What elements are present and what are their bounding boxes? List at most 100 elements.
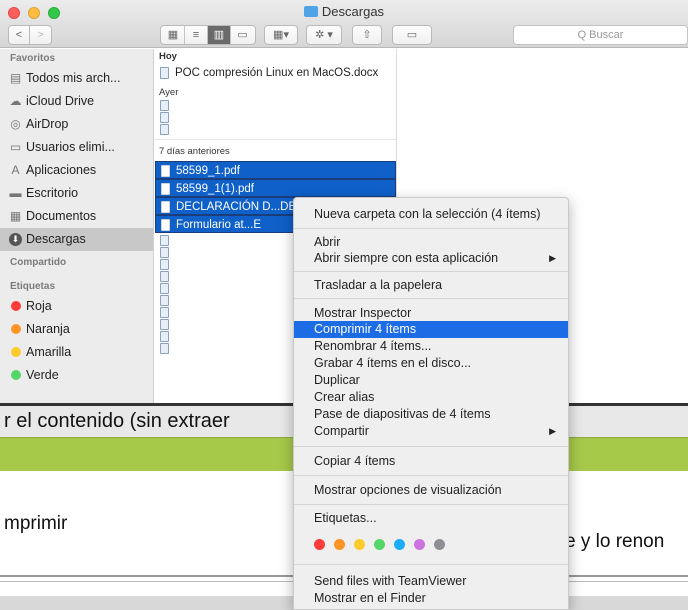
column-view-button[interactable]: ▥ (208, 26, 231, 44)
search-placeholder: Q Buscar (577, 29, 624, 41)
sidebar-item-deleted-users[interactable]: ▭ Usuarios elimi... (0, 136, 153, 159)
sidebar-item-label: Amarilla (26, 345, 72, 359)
sidebar-item-label: Usuarios elimi... (26, 140, 115, 154)
icon-view-button[interactable]: ▦ (162, 26, 185, 44)
downloads-icon: ⬇ (9, 233, 22, 246)
menu-item-label: Pase de diapositivas de 4 ítems (314, 407, 491, 421)
file-row-selected[interactable]: 58599_1.pdf (155, 161, 396, 179)
sidebar-item-airdrop[interactable]: ◎ AirDrop (0, 113, 153, 136)
tag-color-yellow[interactable] (354, 539, 365, 550)
sidebar-header-favorites: Favoritos (10, 53, 56, 64)
arrange-button[interactable]: ▦▾ (264, 25, 298, 45)
menu-item-show-in-finder[interactable]: Mostrar en el Finder (294, 590, 568, 607)
folder-icon: ▭ (9, 140, 22, 154)
tag-color-orange[interactable] (334, 539, 345, 550)
pdf-file-icon (161, 165, 170, 177)
menu-item-make-alias[interactable]: Crear alias (294, 389, 568, 406)
sidebar-item-downloads[interactable]: ⬇ Descargas (0, 228, 153, 251)
arrange-caret: ▾ (283, 29, 289, 41)
menu-item-always-open-with[interactable]: Abrir siempre con esta aplicación ▶ (294, 250, 568, 267)
forward-button[interactable]: > (30, 25, 52, 45)
chevron-right-icon: > (37, 29, 44, 41)
docx-file-icon (160, 319, 169, 330)
docx-file-icon (160, 235, 169, 246)
tag-color-gray[interactable] (434, 539, 445, 550)
sidebar-item-label: AirDrop (26, 117, 69, 131)
action-button[interactable]: ✲ ▾ (306, 25, 342, 45)
share-icon: ⇧ (362, 29, 372, 41)
sidebar-item-label: Escritorio (26, 186, 79, 200)
menu-item-burn-to-disc[interactable]: Grabar 4 ítems en el disco... (294, 355, 568, 372)
search-input[interactable]: Q Buscar (513, 25, 688, 45)
sidebar-item-label: Aplicaciones (26, 163, 97, 177)
cover-flow-button[interactable]: ▭ (231, 26, 254, 44)
tag-color-blue[interactable] (394, 539, 405, 550)
menu-separator (294, 564, 568, 565)
green-tag-icon (11, 370, 21, 380)
menu-item-copy[interactable]: Copiar 4 ítems (294, 453, 568, 470)
list-view-button[interactable]: ≡ (185, 26, 208, 44)
file-name: 58599_1.pdf (176, 165, 240, 177)
sidebar-item-tag-orange[interactable]: Naranja (0, 318, 153, 341)
menu-item-tags[interactable]: Etiquetas... (294, 510, 568, 527)
menu-item-compress[interactable]: Comprimir 4 ítems (294, 321, 568, 338)
menu-item-rename[interactable]: Renombrar 4 ítems... (294, 338, 568, 355)
tag-button[interactable]: ▭ (392, 25, 432, 45)
menu-item-teamviewer[interactable]: Send files with TeamViewer (294, 573, 568, 590)
document-text: e y lo renon (565, 531, 665, 552)
menu-item-view-options[interactable]: Mostrar opciones de visualización (294, 482, 568, 499)
menu-item-label: Trasladar a la papelera (314, 278, 443, 292)
share-button[interactable]: ⇧ (352, 25, 382, 45)
menu-item-label: Mostrar Inspector (314, 306, 412, 320)
file-icon (160, 283, 169, 294)
sidebar-item-applications[interactable]: A Aplicaciones (0, 159, 153, 182)
menu-item-label: Nueva carpeta con la selección (4 ítems) (314, 207, 541, 221)
file-row[interactable] (155, 112, 396, 124)
menu-item-label: Mostrar en el Finder (314, 591, 426, 605)
pdf-file-icon (161, 183, 170, 195)
context-menu: Nueva carpeta con la selección (4 ítems)… (293, 197, 569, 610)
menu-item-label: Renombrar 4 ítems... (314, 339, 432, 353)
document-text: r el contenido (sin extraer (4, 410, 230, 432)
menu-item-new-folder-with-selection[interactable]: Nueva carpeta con la selección (4 ítems) (294, 206, 568, 223)
docx-file-icon (160, 100, 169, 111)
applications-icon: A (11, 163, 20, 177)
menu-item-slideshow[interactable]: Pase de diapositivas de 4 ítems (294, 406, 568, 423)
docx-file-icon (160, 331, 169, 342)
sidebar-item-documents[interactable]: ▦ Documentos (0, 205, 153, 228)
title-bar: Descargas < > ▦ ≡ ▥ ▭ ▦▾ ✲ ▾ ⇧ ▭ Q Buscar (0, 0, 688, 48)
menu-item-label: Abrir siempre con esta aplicación (314, 251, 499, 265)
file-row[interactable]: POC compresión Linux en MacOS.docx (155, 64, 396, 82)
sidebar-item-label: Roja (26, 299, 52, 313)
file-row-selected[interactable]: 58599_1(1).pdf (155, 179, 396, 197)
sidebar-item-tag-yellow[interactable]: Amarilla (0, 341, 153, 364)
tag-color-red[interactable] (314, 539, 325, 550)
menu-item-show-inspector[interactable]: Mostrar Inspector (294, 305, 568, 322)
submenu-arrow-icon: ▶ (549, 253, 556, 263)
sidebar-item-desktop[interactable]: ▬ Escritorio (0, 182, 153, 205)
menu-separator (294, 228, 568, 229)
file-row[interactable] (155, 124, 396, 136)
sidebar-item-tag-green[interactable]: Verde (0, 364, 153, 387)
submenu-arrow-icon: ▶ (549, 426, 556, 436)
menu-item-open[interactable]: Abrir (294, 234, 568, 251)
sidebar-item-all-files[interactable]: ▤ Todos mis arch... (0, 67, 153, 90)
menu-separator (294, 298, 568, 299)
tag-color-green[interactable] (374, 539, 385, 550)
menu-item-label: Grabar 4 ítems en el disco... (314, 356, 472, 370)
tag-icon: ▭ (406, 29, 418, 41)
document-file-icon (161, 201, 170, 213)
menu-item-duplicate[interactable]: Duplicar (294, 372, 568, 389)
menu-item-share[interactable]: Compartir ▶ (294, 423, 568, 440)
menu-item-move-to-trash[interactable]: Trasladar a la papelera (294, 277, 568, 294)
file-name: Formulario at...E (176, 219, 261, 231)
desktop-icon: ▬ (9, 186, 22, 200)
back-button[interactable]: < (8, 25, 30, 45)
file-row[interactable] (155, 100, 396, 112)
sidebar-item-tag-red[interactable]: Roja (0, 295, 153, 318)
sidebar-item-label: iCloud Drive (26, 94, 95, 108)
sidebar-item-label: Documentos (26, 209, 97, 223)
window-title: Descargas (0, 4, 688, 19)
sidebar-item-icloud[interactable]: ☁ iCloud Drive (0, 90, 153, 113)
tag-color-purple[interactable] (414, 539, 425, 550)
